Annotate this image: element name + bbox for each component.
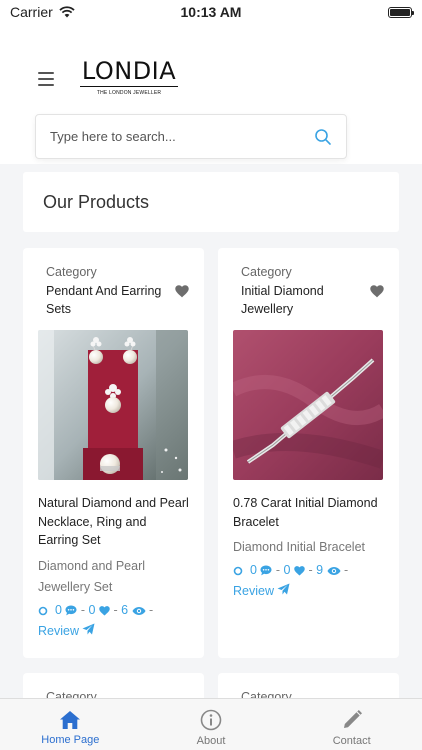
- category-name[interactable]: Pendant And Earring Sets: [46, 282, 171, 318]
- home-icon: [60, 710, 81, 729]
- view-count: 9: [316, 563, 324, 577]
- circle-dot-icon: [233, 566, 243, 576]
- comment-count: 0: [54, 602, 62, 617]
- logo-text: LONDIA: [80, 57, 178, 87]
- like-heart-icon: [294, 566, 305, 576]
- product-image[interactable]: [38, 330, 188, 480]
- pencil-icon: [343, 709, 362, 728]
- like-count: 0: [88, 602, 96, 617]
- comment-count: 0: [249, 563, 257, 577]
- tab-home[interactable]: Home Page: [0, 699, 141, 750]
- eye-icon: [132, 606, 146, 615]
- heart-icon[interactable]: [370, 285, 384, 298]
- like-count: 0: [283, 563, 291, 577]
- carrier-label: Carrier: [10, 4, 53, 20]
- heart-icon[interactable]: [175, 285, 189, 298]
- bottom-tab-bar: Home Page About Contact: [0, 698, 422, 750]
- product-subtitle: Diamond and Pearl Jewellery Set: [38, 558, 146, 594]
- product-photo-pearl-set: [38, 330, 188, 480]
- product-title[interactable]: Natural Diamond and Pearl Necklace, Ring…: [38, 494, 189, 550]
- search-icon[interactable]: [314, 128, 332, 146]
- tab-contact[interactable]: Contact: [281, 699, 422, 750]
- review-link[interactable]: Review: [38, 621, 189, 642]
- category-row: Initial Diamond Jewellery: [241, 282, 384, 318]
- category-label: Category: [46, 265, 97, 279]
- circle-dot-icon: [38, 606, 48, 615]
- product-image[interactable]: [233, 330, 383, 480]
- battery-icon: [388, 6, 414, 18]
- product-card[interactable]: Category Initial Diamond Jewellery 0.78 …: [218, 248, 399, 658]
- send-icon: [277, 583, 290, 595]
- review-label: Review: [38, 623, 79, 638]
- status-left: Carrier: [10, 4, 75, 20]
- status-bar: Carrier 10:13 AM: [0, 0, 422, 24]
- product-photo-bracelet: [233, 330, 383, 480]
- category-label: Category: [241, 265, 292, 279]
- eye-icon: [327, 567, 341, 575]
- wifi-icon: [59, 6, 75, 18]
- category-row: Pendant And Earring Sets: [46, 282, 189, 318]
- send-icon: [82, 623, 95, 634]
- product-stats: 0 - 0 - 9 -: [233, 560, 384, 581]
- search-input[interactable]: [50, 129, 314, 144]
- product-card[interactable]: Category Pendant And Earring Sets Natura…: [23, 248, 204, 658]
- hamburger-menu-icon[interactable]: [38, 72, 54, 86]
- product-stats: 0 - 0 - 6 -: [38, 600, 189, 621]
- product-title[interactable]: 0.78 Carat Initial Diamond Bracelet: [233, 494, 384, 531]
- brand-logo[interactable]: LONDIA THE LONDON JEWELLER: [80, 58, 178, 96]
- comment-icon: [260, 565, 272, 576]
- info-icon: [200, 709, 222, 730]
- tab-about[interactable]: About: [141, 699, 282, 750]
- view-count: 6: [121, 602, 129, 617]
- section-title: Our Products: [43, 191, 150, 212]
- logo-tagline: THE LONDON JEWELLER: [96, 90, 162, 96]
- tab-label: Contact: [332, 734, 371, 747]
- tab-label: Home Page: [41, 733, 100, 746]
- category-name[interactable]: Initial Diamond Jewellery: [241, 282, 366, 318]
- comment-icon: [65, 605, 77, 615]
- app-header: LONDIA THE LONDON JEWELLER: [0, 24, 422, 164]
- tab-label: About: [196, 734, 226, 747]
- search-bar: [35, 114, 347, 159]
- review-link[interactable]: Review: [233, 581, 384, 602]
- like-heart-icon: [99, 605, 110, 616]
- section-header: Our Products: [23, 172, 399, 232]
- product-subtitle: Diamond Initial Bracelet: [233, 540, 366, 554]
- review-label: Review: [233, 584, 274, 598]
